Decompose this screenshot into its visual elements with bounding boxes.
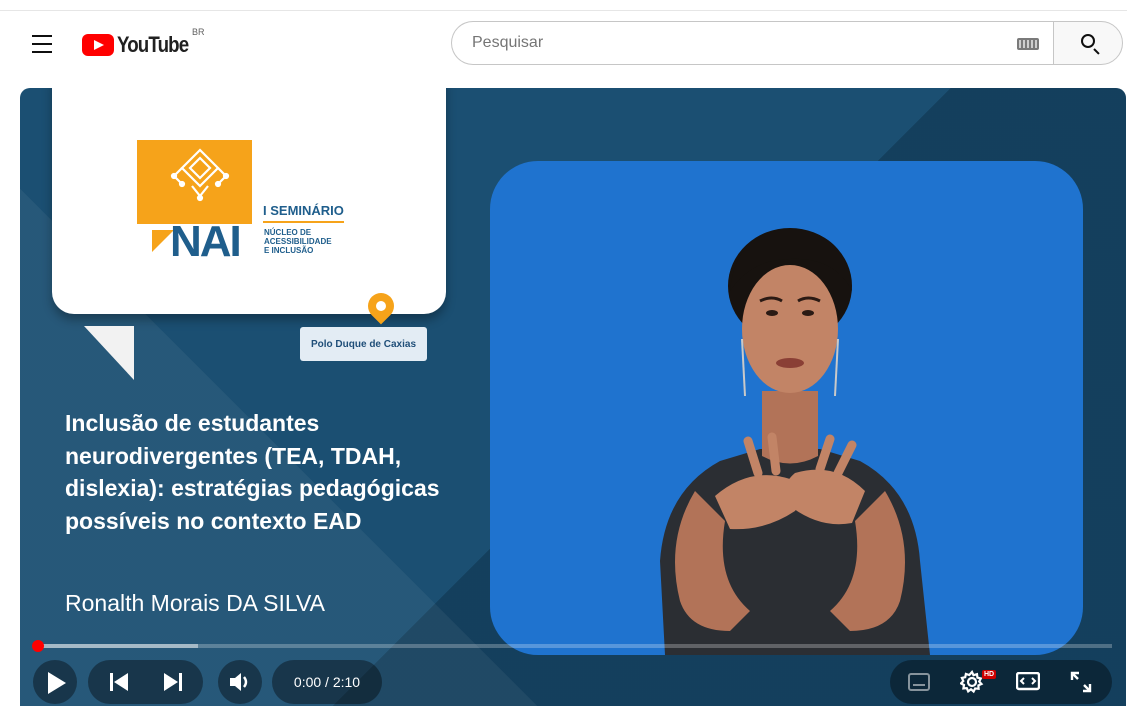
settings-button[interactable]	[960, 670, 984, 694]
volume-icon	[230, 673, 248, 691]
hamburger-line	[32, 51, 52, 53]
time-display: 0:00 / 2:10	[293, 674, 361, 690]
progress-buffered	[37, 644, 199, 648]
play-icon	[48, 672, 66, 694]
progress-scrubber[interactable]	[32, 640, 44, 652]
hamburger-line	[32, 43, 52, 45]
hd-badge: HD	[982, 670, 996, 679]
youtube-logo[interactable]: YouTube	[82, 30, 201, 60]
previous-button[interactable]	[108, 672, 130, 692]
decorative-triangle	[84, 326, 134, 380]
search-input[interactable]	[470, 33, 994, 53]
video-slide-author: Ronalth Morais DA SILVA	[65, 590, 325, 616]
progress-bar[interactable]	[32, 640, 1112, 652]
org-name: NÚCLEO DE ACESSIBILIDADE E INCLUSÃO	[264, 228, 332, 255]
org-name-line: E INCLUSÃO	[264, 246, 314, 255]
menu-button[interactable]	[29, 32, 55, 56]
theater-mode-icon	[1016, 672, 1040, 691]
theater-mode-button[interactable]	[1016, 672, 1040, 692]
nai-symbol-icon	[170, 148, 230, 202]
seminar-label: I SEMINÁRIO	[263, 203, 344, 223]
fullscreen-button[interactable]	[1070, 671, 1092, 693]
header-divider	[0, 10, 1127, 11]
hamburger-menu-icon	[32, 35, 52, 37]
previous-icon	[110, 673, 128, 691]
sign-language-interpreter	[490, 161, 1083, 655]
org-name-line: ACESSIBILIDADE	[264, 237, 332, 246]
logo-text: YouTube	[117, 32, 189, 57]
search-button[interactable]	[1053, 21, 1123, 65]
nai-abbreviation: NAI	[170, 217, 242, 266]
settings-icon	[960, 670, 984, 694]
fullscreen-icon	[1070, 671, 1092, 693]
next-icon	[164, 673, 182, 691]
video-slide-title: Inclusão de estudantes neurodivergentes …	[65, 410, 440, 534]
interpreter-figure	[660, 228, 930, 655]
next-button[interactable]	[162, 672, 184, 692]
region-code: BR	[192, 27, 205, 37]
playlist-controls	[88, 660, 203, 704]
search-icon	[1081, 34, 1095, 48]
keyboard-icon[interactable]	[1017, 38, 1039, 50]
location-badge: Polo Duque de Caxias	[300, 327, 427, 361]
nai-logo-card: NAI I SEMINÁRIO NÚCLEO DE ACESSIBILIDADE…	[52, 88, 446, 314]
org-name-line: NÚCLEO DE	[264, 228, 312, 237]
youtube-play-icon	[82, 34, 114, 56]
search-box	[451, 21, 1053, 65]
subtitles-icon[interactable]	[908, 673, 930, 691]
video-player[interactable]: NAI I SEMINÁRIO NÚCLEO DE ACESSIBILIDADE…	[20, 88, 1126, 706]
